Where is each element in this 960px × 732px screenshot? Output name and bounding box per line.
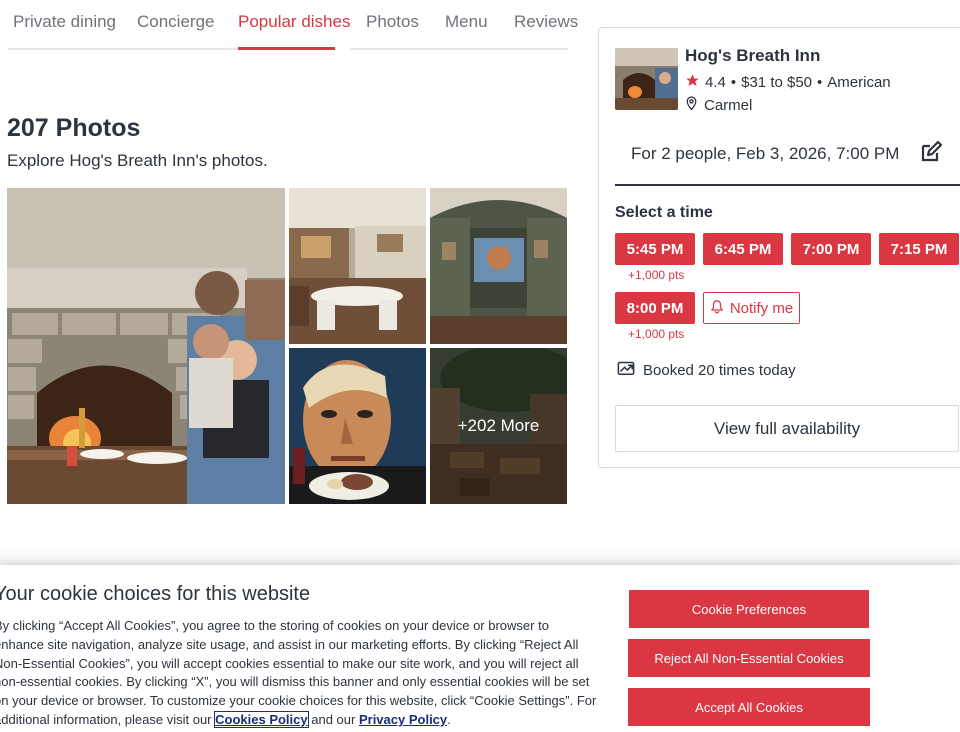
cookie-banner: Your cookie choices for this website By …	[0, 565, 960, 732]
section-tabs: Private dining Concierge Popular dishes …	[0, 0, 580, 52]
restaurant-name: Hog's Breath Inn	[685, 46, 821, 65]
points-label: +1,000 pts	[628, 327, 685, 341]
restaurant-thumbnail	[615, 48, 678, 110]
tab-popular-dishes[interactable]: Popular dishes	[238, 12, 350, 32]
price-range: $31 to $50	[741, 74, 813, 91]
notify-me-button[interactable]: Notify me	[703, 292, 800, 324]
tab-menu[interactable]: Menu	[445, 12, 488, 32]
booked-count: Booked 20 times today	[617, 360, 796, 380]
tab-concierge[interactable]: Concierge	[137, 12, 215, 32]
accept-all-cookies-button[interactable]: Accept All Cookies	[628, 688, 870, 726]
cookie-period: .	[447, 711, 451, 727]
view-full-availability-button[interactable]: View full availability	[615, 405, 959, 452]
time-slot-545[interactable]: 5:45 PM	[615, 233, 695, 265]
tab-reviews[interactable]: Reviews	[514, 12, 578, 32]
photo-portrait-dish[interactable]	[289, 348, 426, 504]
time-slot-645[interactable]: 6:45 PM	[703, 233, 783, 265]
photo-patio-more[interactable]: +202 More	[430, 348, 567, 504]
cookie-body: By clicking “Accept All Cookies”, you ag…	[0, 617, 598, 730]
edit-icon[interactable]	[919, 140, 943, 164]
tabs-divider-gap	[336, 46, 350, 52]
cookie-and-text: and our	[311, 711, 356, 727]
time-slot-800[interactable]: 8:00 PM	[615, 292, 695, 324]
card-divider	[615, 184, 960, 186]
trending-icon	[617, 360, 635, 380]
time-slot-700[interactable]: 7:00 PM	[791, 233, 871, 265]
photo-hallway-painting[interactable]	[430, 188, 567, 344]
points-label: +1,000 pts	[628, 268, 685, 282]
bell-icon	[710, 299, 724, 318]
cookie-body-text: By clicking “Accept All Cookies”, you ag…	[0, 618, 597, 727]
rating-value: 4.4	[705, 74, 726, 91]
photos-subtitle: Explore Hog's Breath Inn's photos.	[7, 151, 268, 170]
active-tab-indicator	[238, 47, 335, 50]
reject-non-essential-button[interactable]: Reject All Non-Essential Cookies	[628, 639, 870, 677]
privacy-policy-link[interactable]: Privacy Policy	[359, 712, 447, 727]
location-name: Carmel	[704, 97, 753, 114]
location-row: Carmel	[685, 96, 752, 115]
photo-fireplace-dining[interactable]	[7, 188, 285, 504]
cookie-banner-shadow	[0, 548, 960, 566]
tab-photos[interactable]: Photos	[366, 12, 419, 32]
cookie-preferences-button[interactable]: Cookie Preferences	[629, 590, 869, 628]
meta-separator: •	[730, 74, 737, 91]
cookies-policy-link[interactable]: Cookies Policy	[214, 710, 309, 728]
photos-heading: 207 Photos	[7, 114, 141, 142]
booked-text: Booked 20 times today	[643, 361, 796, 379]
restaurant-meta: 4.4 • $31 to $50 • American	[685, 73, 891, 92]
select-time-heading: Select a time	[615, 204, 713, 221]
tab-private-dining[interactable]: Private dining	[13, 12, 116, 32]
more-photos-overlay[interactable]: +202 More	[430, 348, 567, 504]
reservation-card: Hog's Breath Inn 4.4 • $31 to $50 • Amer…	[598, 27, 960, 468]
cookie-title: Your cookie choices for this website	[0, 583, 311, 605]
time-slot-715[interactable]: 7:15 PM	[879, 233, 959, 265]
notify-me-label: Notify me	[729, 299, 794, 317]
star-icon	[685, 73, 700, 92]
location-pin-icon	[685, 96, 698, 115]
party-summary: For 2 people, Feb 3, 2026, 7:00 PM	[631, 144, 900, 163]
meta-separator: •	[817, 74, 823, 91]
photo-dining-room[interactable]	[289, 188, 426, 344]
cuisine: American	[827, 74, 891, 91]
